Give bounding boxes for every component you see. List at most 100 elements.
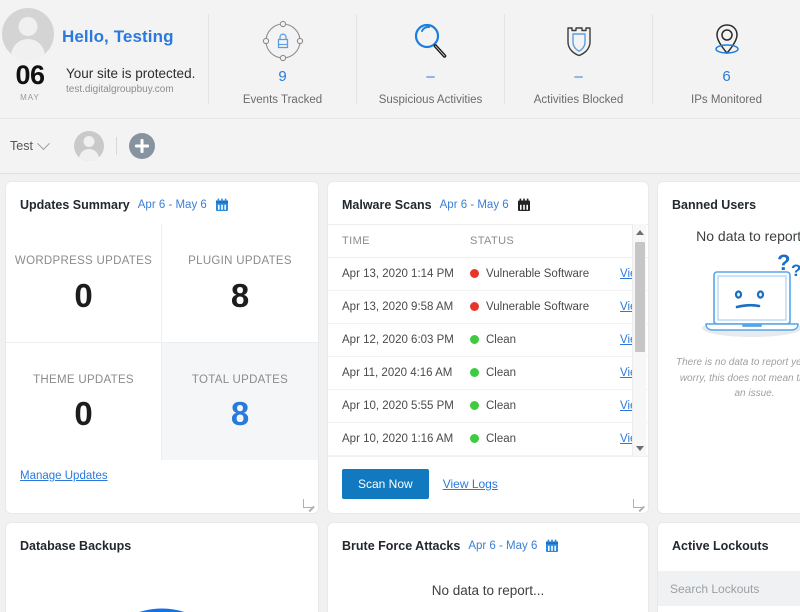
calendar-icon[interactable]	[517, 198, 531, 212]
stat-label: Activities Blocked	[534, 94, 623, 106]
card-brute-force-attacks: Brute Force Attacks Apr 6 - May 6 No dat…	[328, 523, 648, 612]
scroll-down-icon[interactable]	[633, 441, 647, 455]
column-header-time: TIME	[328, 225, 456, 258]
cell-status: Clean	[456, 423, 606, 456]
dashboard-header: Hello, Testing 06 MAY Your site is prote…	[0, 0, 800, 118]
svg-text:?: ?	[777, 250, 790, 275]
date-day: 06	[4, 62, 56, 89]
metric-label: TOTAL UPDATES	[192, 373, 288, 389]
card-title: Malware Scans	[342, 198, 432, 212]
metric-value: 0	[74, 279, 92, 312]
calendar-icon[interactable]	[545, 539, 559, 553]
table-row: Apr 10, 2020 1:16 AM Clean View	[328, 423, 648, 456]
malware-scan-rows: Apr 13, 2020 1:14 PM Vulnerable Software…	[328, 258, 648, 456]
stat-ips-monitored[interactable]: 6 IPs Monitored	[653, 0, 800, 118]
user-avatar-icon	[2, 8, 54, 60]
site-selector-dropdown[interactable]: Test	[10, 139, 48, 153]
view-logs-link[interactable]: View Logs	[443, 477, 498, 491]
metric-label: WORDPRESS UPDATES	[15, 254, 152, 270]
no-data-title: No data to report...	[328, 565, 648, 598]
table-row: Apr 13, 2020 1:14 PM Vulnerable Software…	[328, 258, 648, 291]
status-dot-green	[470, 368, 479, 377]
site-status-block: Your site is protected. test.digitalgrou…	[66, 66, 195, 95]
site-switcher-bar: Test	[0, 118, 800, 174]
table-row: Apr 10, 2020 5:55 PM Clean View	[328, 390, 648, 423]
user-avatar-icon[interactable]	[74, 131, 104, 161]
table-header-row: TIME STATUS	[328, 225, 648, 258]
stat-value: 6	[722, 69, 730, 85]
card-updates-summary: Updates Summary Apr 6 - May 6 WORDPRESS …	[6, 182, 318, 513]
table-scrollbar[interactable]	[632, 224, 646, 456]
lockouts-status-text: All Clear!	[658, 606, 800, 612]
header-stats: 9 Events Tracked – Suspicious Activities	[209, 0, 800, 118]
chevron-down-icon	[37, 137, 50, 150]
status-dot-green	[470, 434, 479, 443]
cell-status: Vulnerable Software	[456, 291, 606, 324]
stat-suspicious-activities[interactable]: – Suspicious Activities	[357, 0, 504, 118]
date-badge: 06 MAY	[4, 62, 56, 102]
scan-now-button[interactable]: Scan Now	[342, 469, 429, 499]
card-title: Banned Users	[672, 198, 756, 212]
status-text: Clean	[486, 367, 516, 379]
scrollbar-thumb[interactable]	[635, 242, 645, 352]
calendar-icon[interactable]	[215, 198, 229, 212]
card-banned-users: Banned Users No data to report... ? ? Th…	[658, 182, 800, 513]
stat-events-tracked[interactable]: 9 Events Tracked	[209, 0, 356, 118]
map-pin-icon	[705, 17, 749, 65]
scroll-up-icon[interactable]	[633, 225, 647, 239]
shield-icon	[556, 17, 602, 65]
magnifier-icon	[407, 17, 455, 65]
card-title: Updates Summary	[20, 198, 130, 212]
cell-status: Vulnerable Software	[456, 258, 606, 291]
cell-time: Apr 10, 2020 1:16 AM	[328, 423, 456, 456]
site-url-text: test.digitalgroupbuy.com	[66, 84, 195, 95]
metric-value: 0	[74, 397, 92, 430]
cell-time: Apr 10, 2020 5:55 PM	[328, 390, 456, 423]
status-text: Clean	[486, 433, 516, 445]
malware-scan-table-wrap: TIME STATUS Apr 13, 2020 1:14 PM Vulnera…	[328, 224, 648, 456]
laptop-question-icon: ? ?	[658, 250, 800, 345]
blue-arc-icon	[6, 591, 318, 612]
stat-value: –	[426, 69, 434, 85]
site-selector-label: Test	[10, 139, 33, 153]
search-input[interactable]	[670, 582, 800, 596]
plus-circle-icon[interactable]	[129, 133, 155, 159]
status-text: Clean	[486, 400, 516, 412]
date-range-label[interactable]: Apr 6 - May 6	[468, 540, 537, 552]
metric-label: THEME UPDATES	[33, 373, 134, 389]
date-range-label[interactable]: Apr 6 - May 6	[440, 199, 509, 211]
malware-scan-table: TIME STATUS Apr 13, 2020 1:14 PM Vulnera…	[328, 224, 648, 456]
stat-label: Suspicious Activities	[379, 94, 483, 106]
cell-time: Apr 12, 2020 6:03 PM	[328, 324, 456, 357]
status-dot-red	[470, 269, 479, 278]
header-greeting-block: Hello, Testing 06 MAY Your site is prote…	[0, 0, 208, 118]
cell-status: Clean	[456, 390, 606, 423]
status-text: Vulnerable Software	[486, 268, 589, 280]
protection-status-text: Your site is protected.	[66, 66, 195, 81]
manage-updates-link[interactable]: Manage Updates	[20, 470, 108, 482]
status-dot-red	[470, 302, 479, 311]
metric-theme-updates: THEME UPDATES 0	[6, 342, 162, 460]
metric-wordpress-updates: WORDPRESS UPDATES 0	[6, 224, 162, 342]
table-row: Apr 13, 2020 9:58 AM Vulnerable Software…	[328, 291, 648, 324]
stat-activities-blocked[interactable]: – Activities Blocked	[505, 0, 652, 118]
stat-label: Events Tracked	[243, 94, 322, 106]
updates-metrics-grid: WORDPRESS UPDATES 0 PLUGIN UPDATES 8 THE…	[6, 224, 318, 460]
lock-orbit-icon	[260, 17, 306, 65]
status-text: Vulnerable Software	[486, 301, 589, 313]
dashboard-grid: Updates Summary Apr 6 - May 6 WORDPRESS …	[0, 174, 800, 612]
metric-value: 8	[231, 397, 249, 430]
cell-time: Apr 11, 2020 4:16 AM	[328, 357, 456, 390]
table-row: Apr 11, 2020 4:16 AM Clean View	[328, 357, 648, 390]
card-resize-handle[interactable]	[303, 499, 312, 508]
stat-value: –	[574, 69, 582, 85]
status-dot-green	[470, 401, 479, 410]
date-month: MAY	[4, 93, 56, 102]
lockouts-search-row[interactable]	[658, 571, 800, 606]
card-resize-handle[interactable]	[633, 499, 642, 508]
card-title: Brute Force Attacks	[342, 539, 460, 553]
date-range-label[interactable]: Apr 6 - May 6	[138, 199, 207, 211]
card-title: Database Backups	[20, 539, 131, 553]
stat-label: IPs Monitored	[691, 94, 762, 106]
metric-label: PLUGIN UPDATES	[188, 254, 292, 270]
